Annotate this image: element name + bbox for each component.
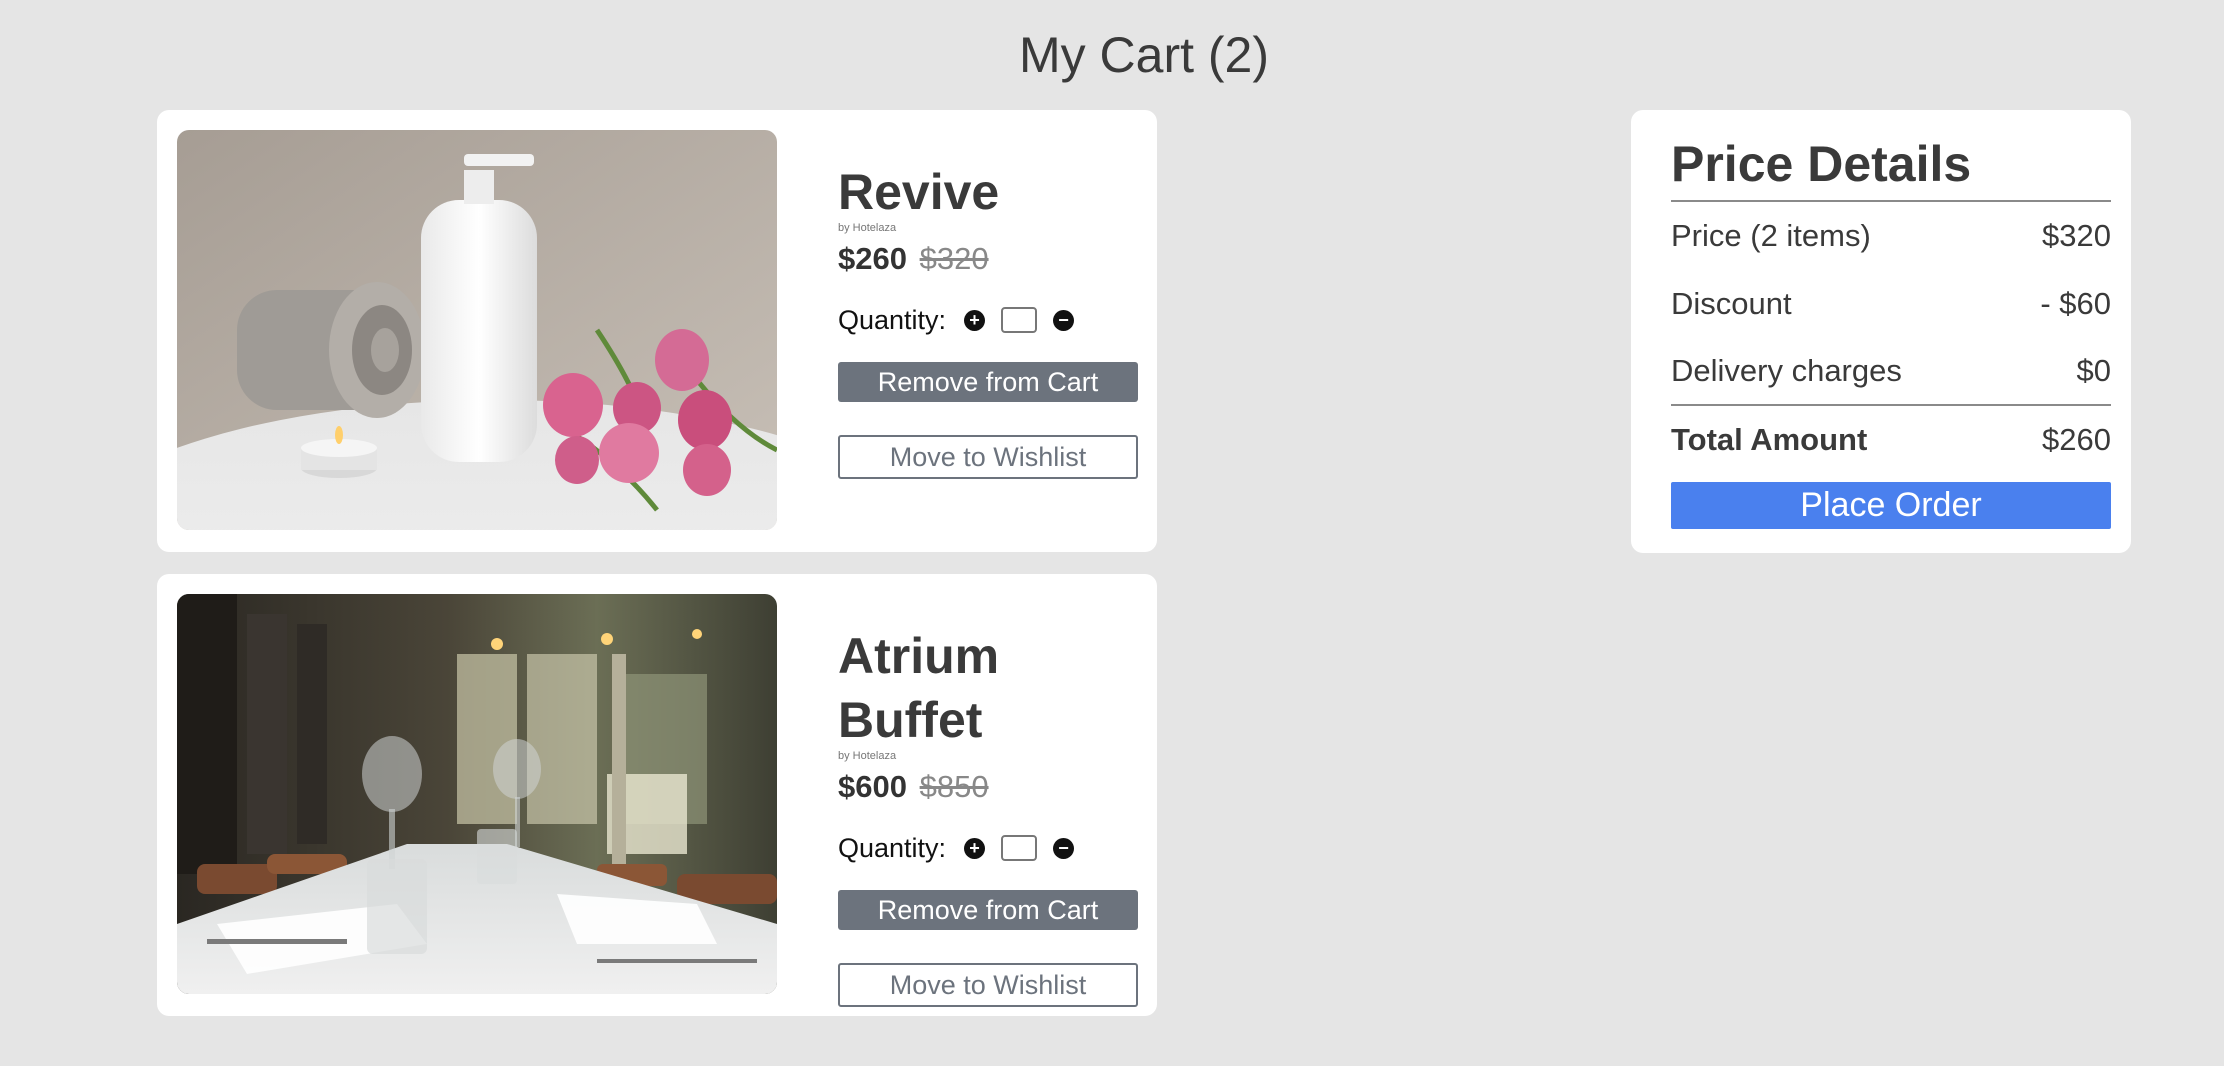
total-row: Total Amount $260 xyxy=(1671,406,2111,474)
price-value: $320 xyxy=(2042,218,2111,253)
discount-value: - $60 xyxy=(2040,286,2111,321)
quantity-label: Quantity: xyxy=(838,304,947,335)
price-original: $850 xyxy=(919,769,989,804)
plus-circle-icon[interactable]: + xyxy=(964,837,986,859)
remove-from-cart-button[interactable]: Remove from Cart xyxy=(838,890,1138,930)
place-order-button[interactable]: Place Order xyxy=(1671,482,2111,529)
discount-label: Discount xyxy=(1671,286,1792,321)
price-current: $600 xyxy=(838,769,907,804)
price-current: $260 xyxy=(838,241,907,276)
quantity-row: Quantity: + − xyxy=(838,832,1138,864)
product-name: Revive xyxy=(838,164,1000,220)
product-info: Revive by Hotelaza $260 $320 Quantity: +… xyxy=(838,160,1138,479)
price-row: $260 $320 xyxy=(838,240,1138,278)
price-row: Price (2 items) $320 xyxy=(1671,202,2111,270)
minus-circle-icon[interactable]: − xyxy=(1053,837,1075,859)
page-title: My Cart (2) xyxy=(1019,27,1269,83)
product-image-restaurant xyxy=(177,594,777,994)
remove-from-cart-button[interactable]: Remove from Cart xyxy=(838,362,1138,402)
move-to-wishlist-button[interactable]: Move to Wishlist xyxy=(838,435,1138,479)
price-label: Price (2 items) xyxy=(1671,218,1871,253)
price-details-panel: Price Details Price (2 items) $320 Disco… xyxy=(1631,110,2131,553)
delivery-value: $0 xyxy=(2076,353,2111,388)
minus-circle-icon[interactable]: − xyxy=(1053,309,1075,331)
plus-circle-icon[interactable]: + xyxy=(964,309,986,331)
move-to-wishlist-button[interactable]: Move to Wishlist xyxy=(838,963,1138,1007)
quantity-input[interactable] xyxy=(1001,307,1038,333)
delivery-label: Delivery charges xyxy=(1671,353,1902,388)
price-details-title: Price Details xyxy=(1671,134,2111,202)
product-image-spa xyxy=(177,130,777,530)
product-name: Atrium Buffet xyxy=(838,628,1000,748)
quantity-input[interactable] xyxy=(1001,835,1038,861)
price-row: $600 $850 xyxy=(838,768,1138,806)
price-original: $320 xyxy=(919,241,989,276)
product-brand: by Hotelaza xyxy=(838,750,897,762)
total-label: Total Amount xyxy=(1671,422,1868,457)
product-info: Atrium Buffet by Hotelaza $600 $850 Quan… xyxy=(838,624,1138,1007)
delivery-row: Delivery charges $0 xyxy=(1671,338,2111,406)
total-value: $260 xyxy=(2042,422,2111,457)
quantity-label: Quantity: xyxy=(838,832,947,863)
quantity-row: Quantity: + − xyxy=(838,304,1138,336)
discount-row: Discount - $60 xyxy=(1671,270,2111,338)
cart-item-card: Revive by Hotelaza $260 $320 Quantity: +… xyxy=(157,110,1157,552)
cart-item-card: Atrium Buffet by Hotelaza $600 $850 Quan… xyxy=(157,574,1157,1016)
